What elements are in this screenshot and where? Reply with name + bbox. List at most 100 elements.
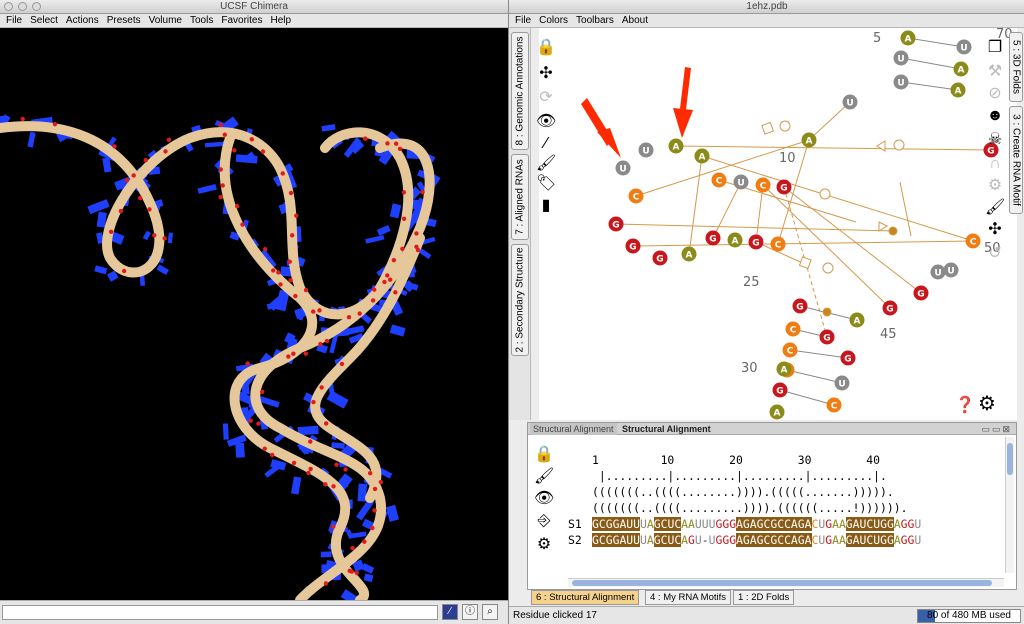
nucleotide-C[interactable]: C — [826, 397, 842, 413]
residue[interactable]: U — [695, 517, 702, 531]
nucleotide-C[interactable]: C — [628, 188, 644, 204]
nucleotide-U[interactable]: U — [956, 39, 972, 55]
close-window-icon[interactable] — [4, 2, 13, 11]
tag-icon[interactable]: 🏷 — [536, 174, 556, 194]
refresh-icon[interactable]: ⟳ — [536, 88, 556, 108]
residue[interactable]: A — [688, 517, 695, 531]
info-icon[interactable]: ⓘ — [462, 604, 478, 620]
molecule-3d-viewer[interactable] — [0, 28, 508, 600]
command-line-input[interactable] — [2, 605, 438, 620]
nucleotide-G[interactable]: G — [748, 234, 764, 250]
residue[interactable]: G — [653, 517, 661, 531]
eye-icon[interactable]: 👁 — [536, 112, 556, 132]
residue[interactable]: A — [832, 533, 839, 547]
menu-presets[interactable]: Presets — [105, 15, 143, 26]
sequence-s1[interactable]: GCGGAUUUAGCUCAAUUUGGGAGAGCGCCAGACUGAAGAU… — [592, 517, 921, 531]
command-history-icon[interactable]: ⁄ — [442, 604, 458, 620]
nucleotide-G[interactable]: G — [840, 350, 856, 366]
nucleotide-A[interactable]: A — [849, 312, 865, 328]
nucleotide-G[interactable]: G — [882, 300, 898, 316]
help-icon[interactable]: ❓ — [955, 396, 975, 416]
alignment-vertical-scrollbar[interactable] — [1005, 437, 1014, 573]
alignment-horizontal-scrollbar[interactable] — [568, 578, 1004, 587]
nucleotide-A[interactable]: A — [953, 61, 969, 77]
residue[interactable]: G — [797, 533, 805, 547]
residue[interactable]: G — [605, 517, 613, 531]
lock-icon[interactable]: 🔒 — [536, 38, 556, 58]
zoom-icon[interactable]: ⌕ — [482, 604, 498, 620]
panel-window-controls[interactable]: ▭▭⊠ — [981, 423, 1012, 435]
menu-file[interactable]: File — [513, 15, 533, 26]
residue[interactable]: G — [592, 533, 599, 547]
residue[interactable]: G — [592, 517, 599, 531]
nucleotide-U[interactable]: U — [943, 262, 959, 278]
residue[interactable]: A — [839, 517, 846, 531]
settings-gear-icon[interactable]: ⚙ — [977, 394, 997, 414]
nucleotide-G[interactable]: G — [772, 382, 788, 398]
menu-favorites[interactable]: Favorites — [219, 15, 264, 26]
nucleotide-A[interactable]: A — [769, 404, 785, 420]
residue[interactable]: U — [640, 533, 647, 547]
residue[interactable]: U — [914, 517, 921, 531]
residue[interactable]: A — [852, 517, 860, 531]
residue[interactable]: G — [653, 533, 661, 547]
residue[interactable]: U — [695, 533, 702, 547]
settings-gear-icon[interactable]: ⚙ — [985, 176, 1005, 196]
menu-help[interactable]: Help — [268, 15, 293, 26]
residue[interactable]: - — [702, 533, 709, 547]
secondary-structure-canvas[interactable]: AUUAUAUUAUAACUCGCGGGAGAGCGCUUGGAGCGCGCUG… — [539, 28, 1017, 420]
tab-structural-alignment[interactable]: 6 : Structural Alignment — [531, 590, 640, 605]
residue[interactable]: A — [790, 517, 798, 531]
residue[interactable]: G — [797, 517, 805, 531]
residue[interactable]: A — [852, 533, 860, 547]
nucleotide-A[interactable]: A — [681, 246, 697, 262]
nucleotide-A[interactable]: A — [668, 138, 684, 154]
menu-tools[interactable]: Tools — [188, 15, 215, 26]
menu-volume[interactable]: Volume — [147, 15, 184, 26]
residue[interactable]: A — [749, 533, 757, 547]
hammer-icon[interactable]: ⚒ — [985, 62, 1005, 82]
residue[interactable]: A — [804, 533, 812, 547]
minimize-window-icon[interactable] — [18, 2, 27, 11]
lock-icon[interactable]: 🔒 — [534, 445, 554, 465]
trna-3d-model[interactable] — [0, 28, 508, 600]
brush-icon[interactable]: 🖌 — [534, 467, 554, 487]
eye-icon[interactable]: 👁 — [534, 489, 554, 509]
residue[interactable]: G — [742, 517, 750, 531]
residue[interactable]: A — [749, 517, 757, 531]
residue[interactable]: A — [832, 517, 839, 531]
brush-icon[interactable]: 🖌 — [536, 154, 556, 174]
windows-icon[interactable]: ❐ — [985, 38, 1005, 58]
bar-chart-icon[interactable]: ▮ — [536, 196, 556, 216]
residue[interactable]: G — [845, 533, 853, 547]
tab-secondary-structure[interactable]: 2 : Secondary Structure — [511, 244, 529, 356]
paint-icon[interactable]: 🖌 — [985, 198, 1005, 218]
nucleotide-A[interactable]: A — [694, 148, 710, 164]
nucleotide-U[interactable]: U — [930, 264, 946, 280]
residue[interactable]: U — [640, 517, 647, 531]
residue[interactable]: G — [742, 533, 750, 547]
menu-select[interactable]: Select — [28, 15, 60, 26]
residue[interactable]: G — [901, 517, 908, 531]
nucleotide-U[interactable]: U — [893, 50, 909, 66]
tab-my-rna-motifs[interactable]: 4 : My RNA Motifs — [645, 590, 732, 605]
nucleotide-G[interactable]: G — [705, 230, 721, 246]
menu-actions[interactable]: Actions — [64, 15, 101, 26]
residue[interactable]: A — [790, 533, 798, 547]
residue[interactable]: G — [845, 517, 853, 531]
residue[interactable]: G — [880, 517, 887, 531]
residue[interactable]: A — [839, 533, 846, 547]
menu-file[interactable]: File — [4, 15, 24, 26]
tab-genomic-annotations[interactable]: 8 : Genomic Annotations — [511, 32, 529, 150]
tab-2d-folds[interactable]: 1 : 2D Folds — [733, 590, 795, 605]
undo-icon[interactable]: ↺ — [985, 244, 1005, 264]
rna-2d-drawing[interactable]: AUUAUAUUAUAACUCGCGGGAGAGCGCUUGGAGCGCGCUG… — [539, 28, 1017, 420]
residue[interactable]: U — [633, 533, 641, 547]
residue[interactable]: C — [598, 533, 606, 547]
nucleotide-C[interactable]: C — [770, 236, 786, 252]
menu-colors[interactable]: Colors — [537, 15, 570, 26]
nucleotide-G[interactable]: G — [819, 329, 835, 345]
menu-about[interactable]: About — [620, 15, 650, 26]
collapse-icon[interactable]: ✣ — [536, 64, 556, 84]
residue[interactable]: C — [784, 517, 791, 531]
